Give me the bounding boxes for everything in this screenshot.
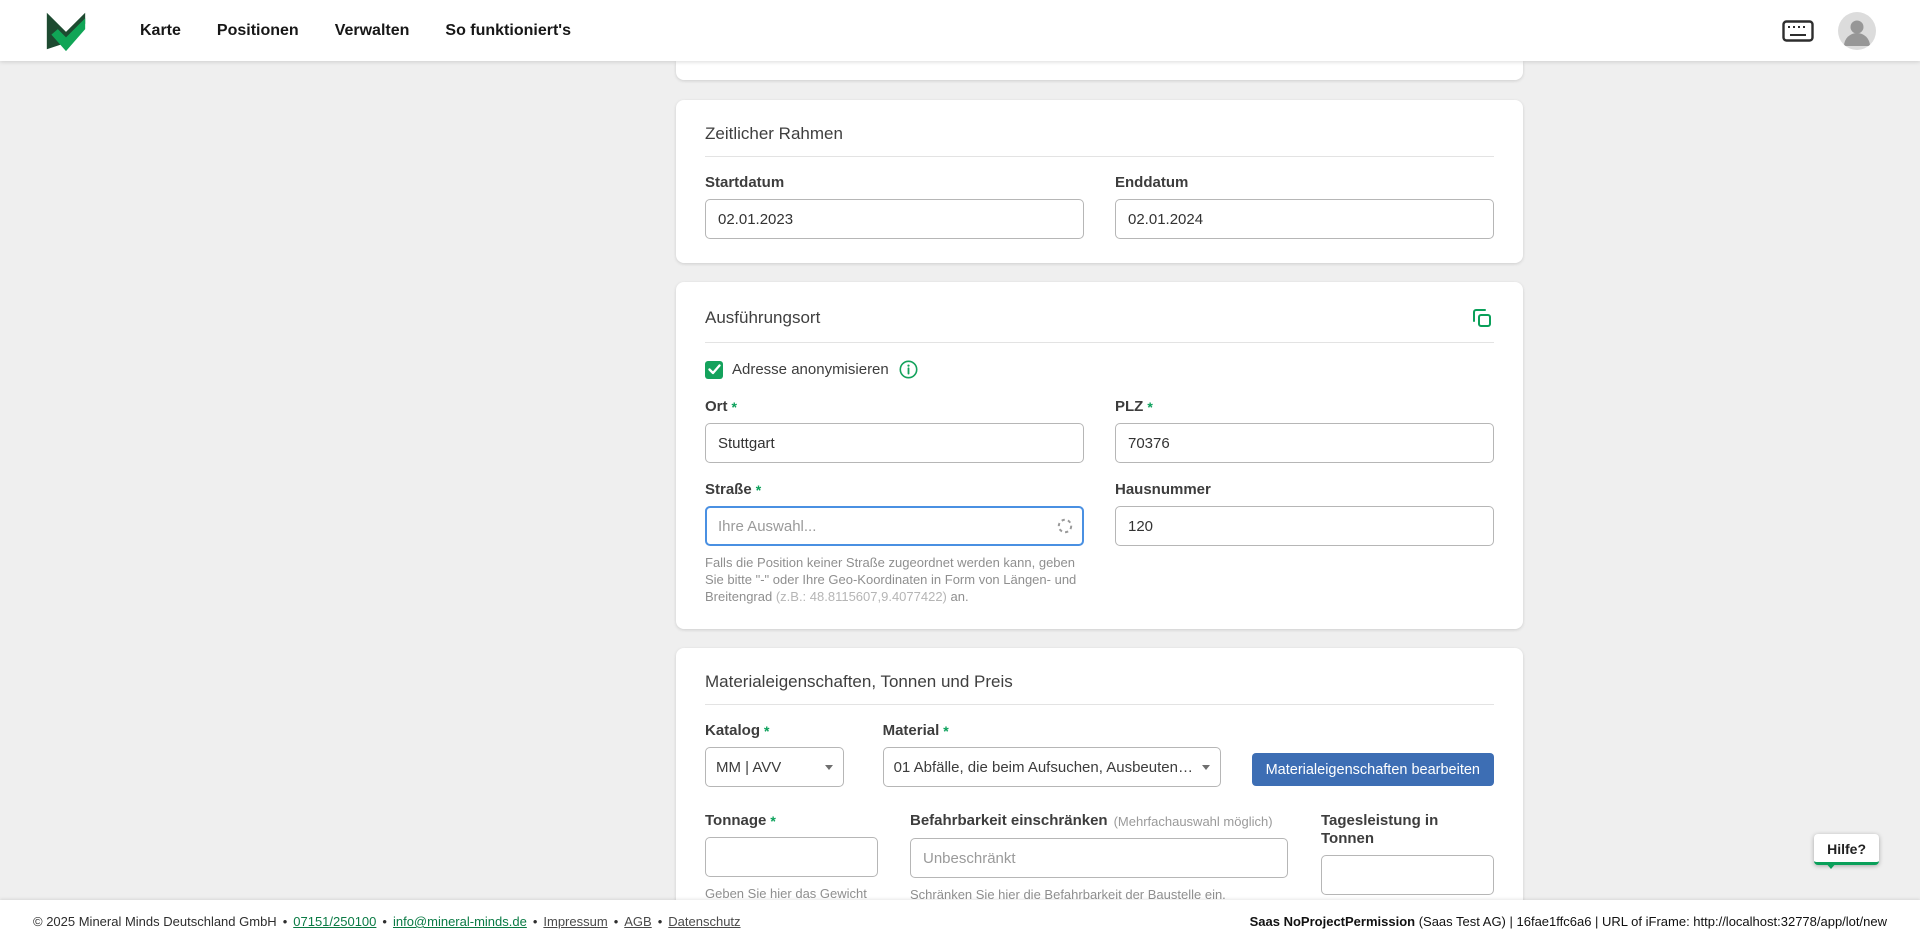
material-label: Material* — [883, 722, 1221, 740]
help-button[interactable]: Hilfe? — [1814, 834, 1879, 865]
strasse-input[interactable] — [705, 506, 1084, 546]
startdatum-input[interactable] — [705, 199, 1084, 239]
befahrbarkeit-hint: Schränken Sie hier die Befahrbarkeit der… — [910, 886, 1288, 900]
tagesleistung-group: Tagesleistung in Tonnen Geben Sie hier d… — [1321, 812, 1494, 900]
katalog-label: Katalog* — [705, 722, 844, 740]
strasse-hint: Falls die Position keiner Straße zugeord… — [705, 554, 1083, 605]
location-card: Ausführungsort Adresse anonymisieren — [676, 282, 1523, 629]
footer-agb-link[interactable]: AGB — [624, 914, 651, 929]
nav-item-positionen[interactable]: Positionen — [217, 22, 299, 40]
nav-item-karte[interactable]: Karte — [140, 22, 181, 40]
main-scroll-area[interactable]: Zeitlicher Rahmen Startdatum Enddatum — [0, 61, 1920, 900]
footer-email-link[interactable]: info@mineral-minds.de — [393, 914, 527, 929]
previous-card-partial — [676, 61, 1523, 80]
user-avatar[interactable] — [1838, 12, 1876, 50]
chevron-down-icon — [1202, 765, 1210, 770]
anonymize-label[interactable]: Adresse anonymisieren — [732, 361, 889, 378]
strasse-label: Straße* — [705, 481, 1084, 499]
copy-icon[interactable] — [1470, 306, 1494, 330]
keyboard-icon[interactable] — [1782, 20, 1814, 42]
footer: © 2025 Mineral Minds Deutschland GmbH • … — [0, 900, 1920, 943]
location-card-header: Ausführungsort — [705, 306, 1494, 343]
katalog-select[interactable]: MM | AVV — [705, 747, 844, 787]
startdatum-label: Startdatum — [705, 174, 1084, 192]
startdatum-group: Startdatum — [705, 174, 1084, 239]
enddatum-label: Enddatum — [1115, 174, 1494, 192]
chevron-down-icon — [825, 765, 833, 770]
footer-impressum-link[interactable]: Impressum — [543, 914, 607, 929]
material-card: Materialeigenschaften, Tonnen und Preis … — [676, 648, 1523, 900]
hausnummer-group: Hausnummer — [1115, 481, 1494, 546]
info-icon[interactable] — [899, 360, 918, 379]
edit-material-properties-button[interactable]: Materialeigenschaften bearbeiten — [1252, 753, 1494, 786]
mineral-minds-logo-icon[interactable] — [44, 10, 88, 52]
plz-group: PLZ* — [1115, 398, 1494, 463]
location-card-title: Ausführungsort — [705, 308, 820, 328]
copyright-text: © 2025 Mineral Minds Deutschland GmbH — [33, 914, 277, 929]
enddatum-group: Enddatum — [1115, 174, 1494, 239]
material-card-title: Materialeigenschaften, Tonnen und Preis — [705, 672, 1013, 692]
tonnage-hint: Geben Sie hier das Gewicht in Tonnen ein… — [705, 885, 878, 900]
enddatum-input[interactable] — [1115, 199, 1494, 239]
navbar-right — [1782, 12, 1876, 50]
befahrbarkeit-label: Befahrbarkeit einschränken (Mehrfachausw… — [910, 812, 1288, 831]
ort-group: Ort* — [705, 398, 1084, 463]
anonymize-checkbox[interactable] — [705, 361, 723, 379]
footer-phone-link[interactable]: 07151/250100 — [293, 914, 376, 929]
loading-spinner-icon — [1057, 518, 1073, 534]
ort-label: Ort* — [705, 398, 1084, 416]
form-content: Zeitlicher Rahmen Startdatum Enddatum — [676, 61, 1523, 900]
hausnummer-input[interactable] — [1115, 506, 1494, 546]
timeframe-card-title: Zeitlicher Rahmen — [705, 124, 843, 144]
footer-environment-info: Saas NoProjectPermission (Saas Test AG) … — [1250, 914, 1887, 929]
katalog-group: Katalog* MM | AVV — [705, 722, 844, 787]
hausnummer-label: Hausnummer — [1115, 481, 1494, 499]
tonnage-label: Tonnage* — [705, 812, 878, 830]
timeframe-card: Zeitlicher Rahmen Startdatum Enddatum — [676, 100, 1523, 263]
material-card-header: Materialeigenschaften, Tonnen und Preis — [705, 672, 1494, 705]
tagesleistung-input[interactable] — [1321, 855, 1494, 895]
plz-label: PLZ* — [1115, 398, 1494, 416]
check-icon — [708, 364, 721, 375]
befahrbarkeit-input[interactable] — [910, 838, 1288, 878]
tonnage-input[interactable] — [705, 837, 878, 877]
material-row-1: Katalog* MM | AVV Material* 01 Abfälle, … — [705, 722, 1494, 787]
befahrbarkeit-group: Befahrbarkeit einschränken (Mehrfachausw… — [910, 812, 1288, 900]
material-select[interactable]: 01 Abfälle, die beim Aufsuchen, Ausbeute… — [883, 747, 1221, 787]
timeframe-card-header: Zeitlicher Rahmen — [705, 124, 1494, 157]
tagesleistung-label: Tagesleistung in Tonnen — [1321, 812, 1494, 848]
strasse-group: Straße* Falls die Position keiner Straße… — [705, 481, 1084, 605]
person-icon — [1838, 12, 1876, 50]
footer-datenschutz-link[interactable]: Datenschutz — [668, 914, 740, 929]
top-navbar: Karte Positionen Verwalten So funktionie… — [0, 0, 1920, 61]
material-row-2: Tonnage* Geben Sie hier das Gewicht in T… — [705, 812, 1494, 900]
nav-item-verwalten[interactable]: Verwalten — [335, 22, 410, 40]
ort-input[interactable] — [705, 423, 1084, 463]
footer-left: © 2025 Mineral Minds Deutschland GmbH • … — [33, 914, 741, 929]
tonnage-group: Tonnage* Geben Sie hier das Gewicht in T… — [705, 812, 878, 900]
main-nav: Karte Positionen Verwalten So funktionie… — [140, 22, 571, 40]
plz-input[interactable] — [1115, 423, 1494, 463]
anonymize-row: Adresse anonymisieren — [705, 360, 1494, 379]
material-group: Material* 01 Abfälle, die beim Aufsuchen… — [883, 722, 1221, 787]
nav-item-so-funktionierts[interactable]: So funktioniert's — [445, 22, 571, 40]
